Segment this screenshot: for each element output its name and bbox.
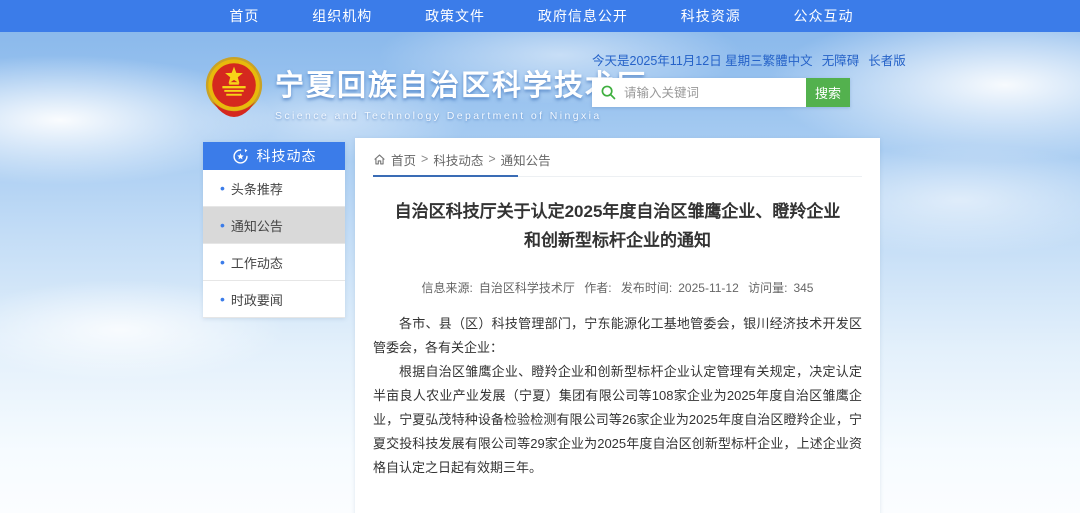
search-input[interactable] <box>592 78 806 107</box>
site-header: 宁夏回族自治区科学技术厅 Science and Technology Depa… <box>203 32 880 138</box>
sidebar-item-work-updates[interactable]: • 工作动态 <box>203 244 345 281</box>
search-icon <box>601 85 616 100</box>
nav-item-home[interactable]: 首页 <box>229 6 259 26</box>
breadcrumb-home[interactable]: 首页 <box>391 150 416 169</box>
article-paragraph: 根据自治区雏鹰企业、瞪羚企业和创新型标杆企业认定管理有关规定，决定认定半亩良人农… <box>373 360 862 480</box>
sidebar-item-label: 通知公告 <box>231 216 283 235</box>
meta-source-label: 信息来源: <box>422 281 473 295</box>
meta-views-label: 访问量: <box>748 281 787 295</box>
breadcrumb-level1[interactable]: 科技动态 <box>433 150 483 169</box>
nav-item-interaction[interactable]: 公众互动 <box>794 6 854 26</box>
national-emblem-logo <box>203 55 265 119</box>
top-navigation: 首页 组织机构 政策文件 政府信息公开 科技资源 公众互动 <box>0 0 1080 32</box>
article-title-line1: 自治区科技厅关于认定2025年度自治区雏鹰企业、瞪羚企业 <box>395 202 841 221</box>
sidebar-item-headlines[interactable]: • 头条推荐 <box>203 170 345 207</box>
site-title-english: Science and Technology Department of Nin… <box>275 110 647 122</box>
link-accessibility[interactable]: 无障碍 <box>822 50 860 69</box>
circular-star-icon <box>232 148 249 165</box>
meta-source: 自治区科学技术厅 <box>479 281 575 295</box>
bullet-icon: • <box>220 181 225 195</box>
nav-item-policy[interactable]: 政策文件 <box>425 6 485 26</box>
sidebar-item-label: 工作动态 <box>231 253 283 272</box>
meta-views: 345 <box>793 281 813 295</box>
sidebar-item-label: 时政要闻 <box>231 290 283 309</box>
sidebar: 科技动态 • 头条推荐 • 通知公告 • 工作动态 <box>203 142 345 318</box>
link-elder-version[interactable]: 长者版 <box>868 50 906 69</box>
article-title: 自治区科技厅关于认定2025年度自治区雏鹰企业、瞪羚企业 和创新型标杆企业的通知 <box>373 197 862 255</box>
bullet-icon: • <box>220 292 225 306</box>
nav-item-org[interactable]: 组织机构 <box>312 6 372 26</box>
breadcrumb-separator: > <box>488 152 495 166</box>
breadcrumb-separator: > <box>421 152 428 166</box>
sidebar-title: 科技动态 <box>257 146 317 166</box>
meta-time-label: 发布时间: <box>621 281 672 295</box>
article-title-line2: 和创新型标杆企业的通知 <box>524 231 711 250</box>
search-button[interactable]: 搜索 <box>806 78 850 107</box>
sidebar-item-current-news[interactable]: • 时政要闻 <box>203 281 345 318</box>
nav-item-resources[interactable]: 科技资源 <box>681 6 741 26</box>
breadcrumb-level2[interactable]: 通知公告 <box>501 150 551 169</box>
current-date: 今天是2025年11月12日 星期三 <box>592 50 763 69</box>
bullet-icon: • <box>220 255 225 269</box>
article-body: 各市、县（区）科技管理部门，宁东能源化工基地管委会，银川经济技术开发区管委会，各… <box>373 312 862 480</box>
bullet-icon: • <box>220 218 225 232</box>
article-paragraph: 各市、县（区）科技管理部门，宁东能源化工基地管委会，银川经济技术开发区管委会，各… <box>373 312 862 360</box>
nav-item-gov-info[interactable]: 政府信息公开 <box>538 6 628 26</box>
page: 首页 组织机构 政策文件 政府信息公开 科技资源 公众互动 <box>0 0 1080 513</box>
breadcrumb-divider <box>373 176 862 177</box>
sidebar-item-notices[interactable]: • 通知公告 <box>203 207 345 244</box>
home-icon <box>373 153 386 166</box>
main-content: 首页 > 科技动态 > 通知公告 自治区科技厅关于认定2025年度自治区雏鹰企业… <box>355 138 880 513</box>
sidebar-item-label: 头条推荐 <box>231 179 283 198</box>
article-meta: 信息来源: 自治区科学技术厅 作者: 发布时间: 2025-11-12 访问量: 34… <box>373 279 862 296</box>
link-traditional-chinese[interactable]: 繁體中文 <box>763 50 813 69</box>
breadcrumb: 首页 > 科技动态 > 通知公告 <box>373 148 862 170</box>
meta-author-label: 作者: <box>584 281 611 295</box>
meta-time: 2025-11-12 <box>678 281 739 295</box>
sidebar-header: 科技动态 <box>203 142 345 170</box>
